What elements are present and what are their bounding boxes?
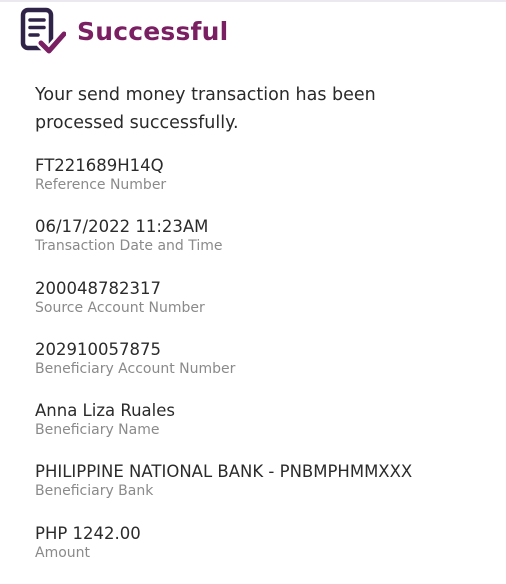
top-divider [0, 0, 506, 2]
transaction-date-label: Transaction Date and Time [35, 238, 223, 255]
document-check-icon [20, 7, 66, 56]
beneficiary-account-field: 202910057875 Beneficiary Account Number [35, 339, 495, 400]
transaction-details: FT221689H14Q Reference Number 06/17/2022… [35, 155, 495, 584]
amount-value: PHP 1242.00 [35, 523, 141, 543]
beneficiary-bank-label: Beneficiary Bank [35, 483, 154, 500]
transaction-date-value: 06/17/2022 11:23AM [35, 217, 209, 237]
beneficiary-name-label: Beneficiary Name [35, 422, 160, 439]
reference-number-field: FT221689H14Q Reference Number [35, 155, 495, 216]
page-title: Successful [77, 17, 229, 46]
amount-label: Amount [35, 544, 91, 561]
success-header: Successful [20, 7, 228, 57]
beneficiary-name-value: Anna Liza Ruales [35, 401, 175, 421]
beneficiary-account-label: Beneficiary Account Number [35, 360, 236, 377]
beneficiary-account-value: 202910057875 [35, 339, 161, 359]
reference-number-label: Reference Number [35, 177, 167, 193]
source-account-label: Source Account Number [35, 299, 205, 316]
reference-number-value: FT221689H14Q [35, 156, 164, 175]
beneficiary-bank-field: PHILIPPINE NATIONAL BANK - PNBMPHMMXXX B… [35, 461, 495, 522]
source-account-field: 200048782317 Source Account Number [35, 278, 495, 339]
beneficiary-name-field: Anna Liza Ruales Beneficiary Name [35, 400, 495, 461]
transaction-date-field: 06/17/2022 11:23AM Transaction Date and … [35, 216, 495, 277]
beneficiary-bank-value: PHILIPPINE NATIONAL BANK - PNBMPHMMXXX [35, 462, 413, 482]
success-message: Your send money transaction has been pro… [35, 85, 376, 133]
source-account-value: 200048782317 [35, 278, 161, 298]
